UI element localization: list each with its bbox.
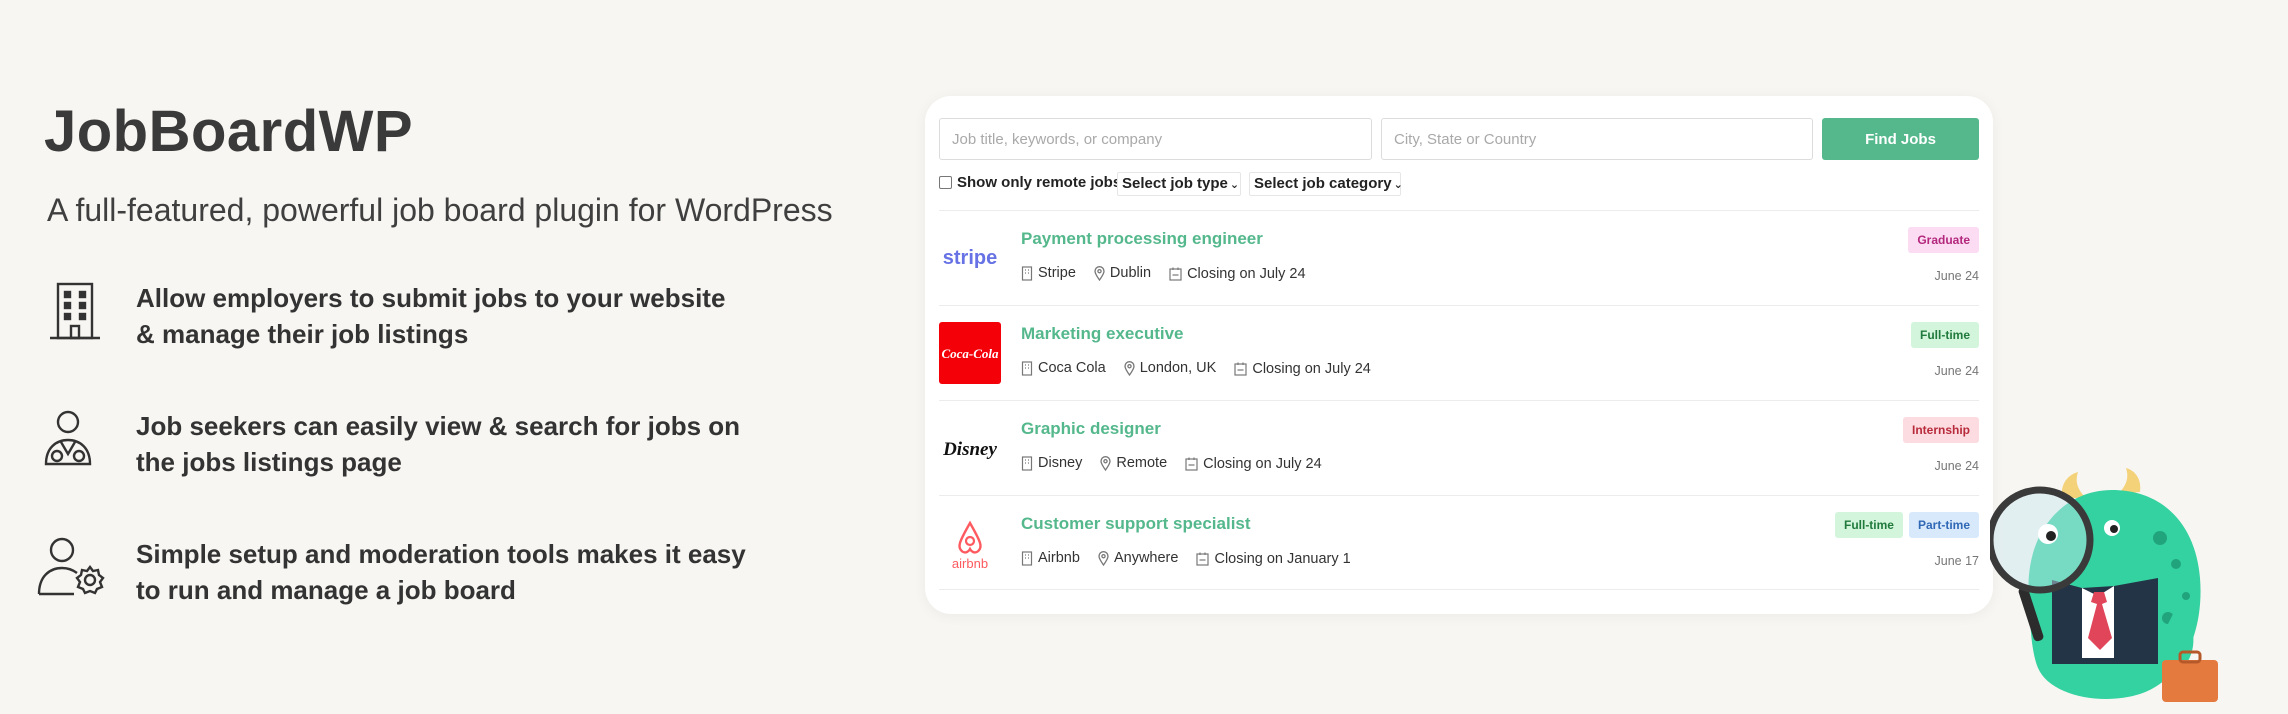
job-type-badge: Internship (1902, 417, 1979, 443)
job-posted-date: June 17 (1934, 554, 1979, 568)
job-posted-date: June 24 (1934, 364, 1979, 378)
svg-text:Coca-Cola: Coca-Cola (941, 346, 999, 361)
calendar-icon (1185, 457, 1198, 471)
job-title-link[interactable]: Graphic designer (1021, 419, 1161, 439)
job-closing-date: Closing on January 1 (1214, 550, 1351, 567)
chevron-down-icon: ⌄ (1393, 179, 1403, 191)
job-closing-date: Closing on July 24 (1203, 455, 1322, 472)
user-settings-icon (36, 536, 105, 600)
location-input[interactable] (1381, 118, 1813, 160)
feature-text-line: to run and manage a job board (136, 575, 516, 605)
company-name: Coca Cola (1038, 360, 1106, 376)
building-icon (1021, 265, 1033, 281)
stripe-logo: stripe (939, 227, 1001, 289)
job-listing[interactable]: airbnb Customer support specialist Airbn… (939, 495, 1979, 590)
job-type-select[interactable]: Select job type ⌄ (1117, 172, 1241, 196)
job-listing[interactable]: Coca-Cola Marketing executive Coca Cola … (939, 305, 1979, 400)
location-pin-icon (1094, 265, 1105, 281)
job-posted-date: June 24 (1934, 459, 1979, 473)
job-title-link[interactable]: Marketing executive (1021, 324, 1184, 344)
job-meta: Disney Remote Closing on July 24 (1021, 455, 1336, 475)
job-title-link[interactable]: Payment processing engineer (1021, 229, 1263, 249)
job-badges: Internship (1902, 417, 1979, 443)
company-name: Stripe (1038, 265, 1076, 281)
feature-text-line: Allow employers to submit jobs to your w… (136, 283, 726, 313)
feature-employers: Allow employers to submit jobs to your w… (44, 280, 904, 360)
job-type-badge: Full-time (1911, 322, 1979, 348)
building-icon (44, 280, 108, 344)
feature-text-line: Simple setup and moderation tools makes … (136, 539, 746, 569)
job-type-select-label: Select job type (1122, 175, 1228, 192)
job-badges: Graduate (1908, 227, 1979, 253)
job-listing[interactable]: Disney Graphic designer Disney Remote Cl… (939, 400, 1979, 495)
building-icon (1021, 360, 1033, 376)
job-seeker-icon (44, 408, 108, 472)
job-type-badge: Graduate (1908, 227, 1979, 253)
keywords-input[interactable] (939, 118, 1372, 160)
job-meta: Coca Cola London, UK Closing on July 24 (1021, 360, 1385, 380)
location-pin-icon (1098, 550, 1109, 566)
feature-text-line: Job seekers can easily view & search for… (136, 411, 741, 441)
page-title: JobBoardWP (44, 99, 414, 164)
calendar-icon (1196, 552, 1210, 566)
job-posted-date: June 24 (1934, 269, 1979, 283)
job-badges: Full-time Part-time (1834, 512, 1979, 538)
job-location: London, UK (1139, 360, 1217, 376)
chevron-down-icon: ⌄ (1229, 179, 1240, 191)
search-bar: Find Jobs (939, 118, 1979, 160)
page-subtitle: A full-featured, powerful job board plug… (47, 192, 833, 228)
job-location: Anywhere (1113, 550, 1179, 566)
monster-mascot-illustration (1986, 468, 2250, 714)
company-name: Airbnb (1038, 550, 1080, 566)
location-pin-icon (1100, 455, 1112, 471)
disney-logo: Disney (939, 417, 1001, 479)
job-category-select[interactable]: Select job category ⌄ (1249, 172, 1403, 196)
feature-job-seekers: Job seekers can easily view & search for… (44, 408, 904, 488)
job-listing[interactable]: stripe Payment processing engineer Strip… (939, 210, 1979, 305)
building-icon (1021, 550, 1033, 566)
coca-cola-logo: Coca-Cola (939, 322, 1001, 384)
find-jobs-button[interactable]: Find Jobs (1822, 118, 1979, 160)
feature-text-line: & manage their job listings (136, 319, 469, 349)
job-location: Dublin (1109, 265, 1152, 281)
job-meta: Airbnb Anywhere Closing on January 1 (1021, 550, 1365, 570)
airbnb-logo: airbnb (939, 512, 1001, 574)
svg-text:stripe: stripe (943, 247, 997, 269)
job-title-link[interactable]: Customer support specialist (1021, 514, 1251, 534)
job-type-badge: Part-time (1908, 512, 1979, 538)
job-category-select-label: Select job category (1254, 175, 1392, 192)
filters-row: Show only remote jobs Select job type ⌄ S… (939, 172, 1639, 196)
svg-text:airbnb: airbnb (952, 556, 988, 571)
job-closing-date: Closing on July 24 (1252, 360, 1371, 377)
job-badges: Full-time (1911, 322, 1979, 348)
location-pin-icon (1124, 360, 1135, 376)
job-location: Remote (1116, 455, 1168, 471)
feature-setup-tools: Simple setup and moderation tools makes … (37, 536, 904, 616)
building-icon (1021, 455, 1033, 471)
job-closing-date: Closing on July 24 (1187, 265, 1306, 282)
remote-jobs-label[interactable]: Show only remote jobs (957, 174, 1121, 191)
job-meta: Stripe Dublin Closing on July 24 (1021, 265, 1320, 285)
job-board-card: Find Jobs Show only remote jobs Select j… (925, 96, 1993, 614)
remote-jobs-checkbox[interactable] (939, 176, 952, 189)
calendar-icon (1234, 362, 1247, 376)
calendar-icon (1169, 267, 1182, 281)
company-name: Disney (1038, 455, 1083, 471)
svg-text:Disney: Disney (942, 439, 997, 460)
job-type-badge: Full-time (1834, 512, 1903, 538)
feature-text-line: the jobs listings page (136, 447, 402, 477)
